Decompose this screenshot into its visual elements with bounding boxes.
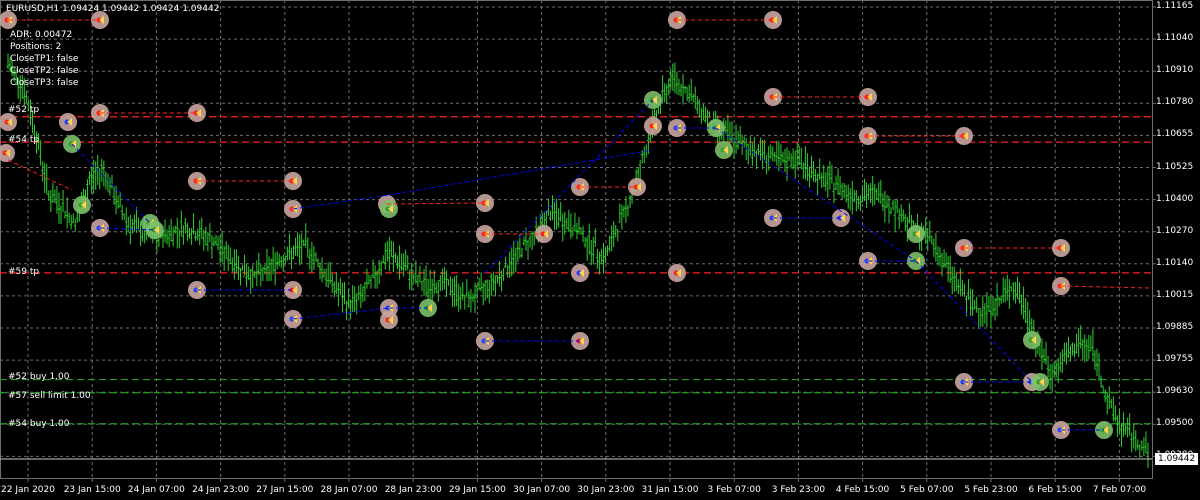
time-tick-label: 29 Jan 15:00 [448,485,506,495]
trade-link-line [292,194,390,210]
level-label-52-tp: #52 tp [8,105,40,115]
level-label-59-tp: #59 tp [8,267,40,277]
time-tick-label: 24 Jan 23:00 [192,485,250,495]
trade-link-line [484,99,654,274]
price-tick-label: 1.11040 [1156,33,1194,44]
price-tick-label: 1.10525 [1156,161,1194,172]
price-tick-label: 1.10910 [1156,65,1194,76]
time-tick-label: 28 Jan 07:00 [320,485,378,495]
price-tick-label: 1.10400 [1156,193,1194,204]
trade-link-line [715,127,917,262]
level-label-54-tp: #54 tp [8,135,40,145]
price-tick-label: 1.10140 [1156,257,1194,268]
trade-link-line [7,159,73,191]
trade-link-line [915,260,1033,383]
trade-link-line [1060,285,1151,289]
price-tick-label: 1.10015 [1156,289,1194,300]
level-label-54-buy: #54 buy 1.00 [8,419,70,429]
info-adr: ADR: 0.00472 [10,30,73,40]
level-label-52-buy: #52 buy 1.00 [8,372,70,382]
info-positions: Positions: 2 [10,42,62,52]
chart-canvas[interactable] [0,0,1200,500]
time-tick-label: 27 Jan 15:00 [256,485,314,495]
time-tick-label: 6 Feb 15:00 [1028,485,1082,495]
info-close-tp3: CloseTP3: false [10,78,79,88]
time-tick-label: 5 Feb 07:00 [900,485,954,495]
price-tick-label: 1.09885 [1156,322,1194,332]
info-close-tp2: CloseTP2: false [10,66,79,76]
time-tick-label: 3 Feb 07:00 [707,485,761,495]
trade-link-line [292,307,390,320]
trade-link-line [386,202,486,205]
time-tick-label: 30 Jan 07:00 [513,485,571,495]
price-tick-label: 1.09630 [1156,386,1194,397]
time-tick-label: 3 Feb 23:00 [771,485,826,495]
price-tick-label: 1.11165 [1156,1,1194,11]
time-tick-label: 23 Jan 15:00 [63,485,121,495]
trade-link-line [388,149,654,196]
chart-title: EURUSD,H1 1.09424 1.09442 1.09424 1.0944… [6,4,220,14]
time-tick-label: 30 Jan 23:00 [577,485,635,495]
price-tick-label: 1.09755 [1156,354,1194,365]
price-tick-label: 1.10270 [1156,225,1194,236]
time-tick-label: 4 Feb 15:00 [835,485,890,495]
current-price-label: 1.09442 [1155,453,1199,465]
info-close-tp1: CloseTP1: false [10,54,79,64]
time-tick-label: 28 Jan 23:00 [384,485,442,495]
price-tick-label: 1.09500 [1156,418,1194,429]
time-tick-label: 24 Jan 07:00 [127,485,185,495]
price-tick-label: 1.10780 [1156,97,1194,108]
time-tick-label: 31 Jan 15:00 [641,485,699,495]
price-chart[interactable]: EURUSD,H1 1.09424 1.09442 1.09424 1.0944… [0,0,1200,500]
level-label-57-sell-limit: #57 sell limit 1.00 [8,391,91,401]
time-tick-label: 7 Feb 07:00 [1092,485,1147,495]
time-tick-label: 22 Jan 2020 [1,485,55,495]
price-tick-label: 1.10655 [1156,129,1194,140]
time-tick-label: 5 Feb 23:00 [964,485,1018,495]
